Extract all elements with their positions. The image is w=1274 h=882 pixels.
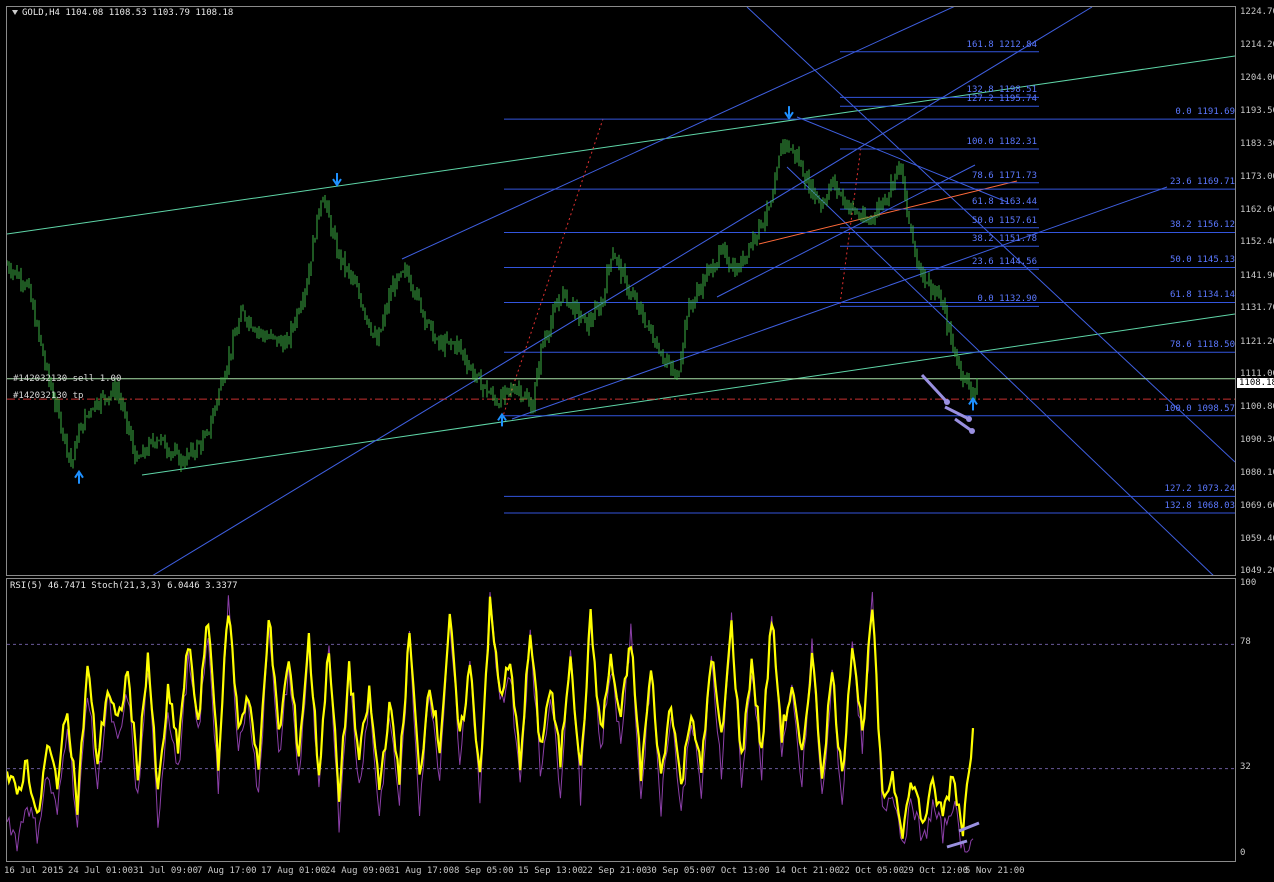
price-tick-label: 1049.20 [1240,566,1274,576]
time-axis-label: 17 Aug 01:00 [261,866,327,876]
indicator-tick-label: 0 [1240,848,1246,858]
symbol-ohlc-text: GOLD,H4 1104.08 1108.53 1103.79 1108.18 [22,8,234,18]
price-chart-pane[interactable] [6,6,1236,576]
indicator-svg [7,591,1235,853]
time-axis-label: 7 Aug 17:00 [197,866,257,876]
price-tick-label: 1069.60 [1240,501,1274,512]
fib-right-label-4: 61.8 1134.14 [1169,290,1235,301]
annotation-arrow-head [944,399,950,405]
price-tick-label: 1111.00 [1240,369,1274,380]
time-axis-label: 24 Aug 09:00 [325,866,391,876]
fib-mid-label-9: 0.0 1132.90 [977,294,1037,305]
price-tick-label: 1193.50 [1240,106,1274,117]
fib-right-label-2: 38.2 1156.12 [1169,220,1235,231]
price-tick-label: 1100.80 [1240,401,1274,412]
signal-arrow-down-icon [332,173,342,187]
time-axis-label: 22 Sep 21:00 [582,866,648,876]
indicator-header: RSI(5) 46.7471 Stoch(21,3,3) 6.0446 3.33… [10,581,238,591]
price-tick-label: 1141.90 [1240,270,1274,281]
time-axis-label: 7 Oct 13:00 [710,866,770,876]
upper-channel-line [7,55,1235,235]
fib-right-label-0: 0.0 1191.69 [1175,107,1235,118]
price-tick-label: 1224.70 [1240,7,1274,17]
fib-right-label-6: 100.0 1098.57 [1164,403,1235,414]
fib-mid-label-4: 78.6 1171.73 [971,170,1037,181]
annotation-arrow-icon [944,405,970,421]
time-axis-label: 8 Sep 05:00 [454,866,514,876]
current-price-box: 1108.18 [1237,378,1274,388]
collapse-triangle-icon[interactable] [12,10,18,15]
lower-rising-line [511,186,1168,420]
rsi-line [7,596,975,839]
symbol-header: GOLD,H4 1104.08 1108.53 1103.79 1108.18 [12,8,233,18]
fib-mid-label-7: 38.2 1151.78 [971,234,1037,245]
time-axis-label: 22 Oct 05:00 [839,866,905,876]
signal-arrow-up-icon [74,469,84,484]
fib-mid-label-8: 23.6 1144.56 [971,257,1037,268]
upper-rising-line [401,7,955,260]
time-axis-label: 24 Jul 01:00 [68,866,134,876]
price-tick-label: 1173.00 [1240,171,1274,182]
fib-right-label-1: 23.6 1169.71 [1169,177,1235,188]
price-chart-svg [7,7,1235,575]
signal-arrow-up-icon [968,396,978,411]
price-tick-label: 1183.30 [1240,138,1274,149]
time-axis-label: 31 Jul 09:00 [133,866,199,876]
fib-right-label-3: 50.0 1145.13 [1169,255,1235,266]
indicator-pane[interactable] [6,578,1236,862]
falling-line-b [786,166,1214,575]
time-axis-label: 14 Oct 21:00 [775,866,841,876]
lower-channel-line [141,313,1235,476]
price-tick-label: 1121.20 [1240,336,1274,347]
time-axis-label: 29 Oct 12:00 [903,866,969,876]
price-tick-label: 1204.00 [1240,72,1274,83]
fib-right-label-7: 127.2 1073.24 [1164,484,1235,495]
signal-arrow-down-icon [784,106,794,120]
red-dotted-line-a [501,118,604,420]
fib-mid-label-3: 100.0 1182.31 [966,137,1037,148]
fib-right-label-5: 78.6 1118.50 [1169,340,1235,351]
price-tick-label: 1080.10 [1240,467,1274,478]
price-tick-label: 1131.70 [1240,303,1274,314]
mid-rising-line [716,164,976,298]
price-tick-label: 1162.60 [1240,204,1274,215]
price-tick-label: 1059.40 [1240,533,1274,544]
red-dotted-line-b [839,146,862,305]
price-tick-label: 1152.40 [1240,237,1274,248]
price-tick-label: 1090.30 [1240,435,1274,446]
fib-right-label-8: 132.8 1068.03 [1164,501,1235,512]
rising-trend-line [152,7,1093,575]
annotation-arrow-head [969,428,975,434]
annotation-arrow-head [966,416,972,422]
time-axis-label: 5 Nov 21:00 [965,866,1025,876]
indicator-tick-label: 32 [1240,761,1251,772]
indicator-tick-label: 78 [1240,637,1251,648]
fib-mid-label-5: 61.8 1163.44 [971,197,1037,208]
sell-order-label: #142032130 sell 1.00 [13,374,122,384]
tp-order-label: #142032130 tp [13,391,84,401]
time-axis-label: 15 Sep 13:00 [518,866,584,876]
indicator-tick-label: 100 [1240,578,1257,588]
price-tick-label: 1214.20 [1240,40,1274,51]
time-axis-label: 16 Jul 2015 [4,866,64,876]
fib-mid-label-6: 50.0 1157.61 [971,215,1037,226]
fib-mid-label-2: 127.2 1195.74 [966,94,1037,105]
time-axis-label: 30 Sep 05:00 [646,866,712,876]
time-axis-label: 31 Aug 17:00 [389,866,455,876]
fib-mid-label-0: 161.8 1212.84 [966,39,1037,50]
